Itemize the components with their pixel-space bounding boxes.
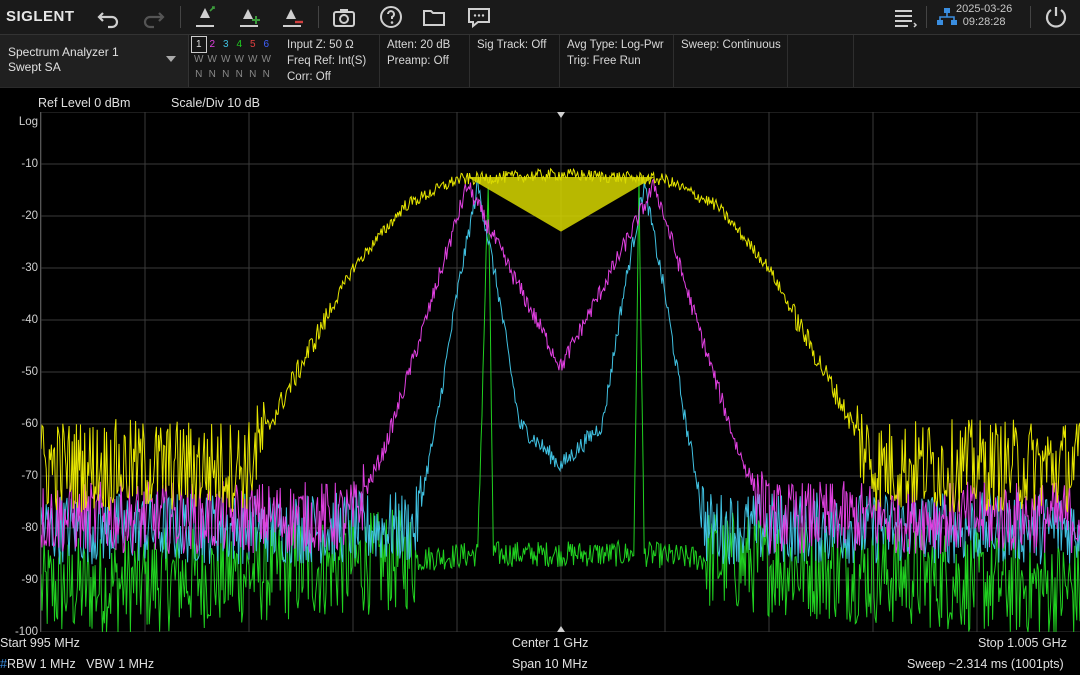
ref-level[interactable]: Ref Level 0 dBm	[38, 96, 130, 110]
trace-type-4: W	[234, 54, 244, 65]
peak-marker-icon[interactable]	[192, 4, 218, 30]
trace-type-2: W	[207, 54, 217, 65]
rbw-coupled-icon: #	[0, 657, 7, 671]
top-toolbar: SIGLENT 2025-03-26 09:28:28	[0, 0, 1080, 35]
sweep-time[interactable]: Sweep ~2.314 ms (1001pts)	[907, 657, 1064, 671]
atten: Atten: 20 dB	[387, 39, 451, 51]
trace-fill-notch	[467, 177, 655, 232]
trace-number-3: 3	[222, 39, 229, 50]
trace-detector-2: N	[208, 69, 216, 80]
avg-type: Avg Type: Log-Pwr	[567, 39, 664, 51]
y-tick-label: -40	[21, 314, 38, 326]
marker-delete-icon[interactable]	[279, 4, 305, 30]
mode-selector[interactable]: Spectrum Analyzer 1 Swept SA	[0, 35, 189, 87]
stop-freq[interactable]: Stop 1.005 GHz	[978, 636, 1067, 650]
trace-status-panel[interactable]: 123456 WWWWWW NNNNNN	[191, 36, 276, 85]
spectrum-plot[interactable]	[40, 111, 1080, 633]
trace-number-6: 6	[263, 39, 270, 50]
spectrum-traces	[40, 111, 1080, 633]
center-freq[interactable]: Center 1 GHz	[512, 636, 588, 650]
folder-icon[interactable]	[421, 4, 447, 30]
trace-number-2: 2	[209, 39, 216, 50]
rbw: RBW 1 MHz	[6, 657, 76, 671]
y-tick-label: -60	[21, 418, 38, 430]
mode-sub: Swept SA	[8, 60, 61, 74]
input-settings[interactable]: Input Z: 50 Ω Freq Ref: Int(S) Corr: Off	[280, 35, 380, 87]
scale-div[interactable]: Scale/Div 10 dB	[171, 96, 260, 110]
y-tick-label: -80	[21, 522, 38, 534]
trace-detector-4: N	[235, 69, 243, 80]
y-tick-label: -70	[21, 470, 38, 482]
y-tick-label: -50	[21, 366, 38, 378]
y-scale-label: Log	[18, 116, 38, 128]
trace-type-1: W	[194, 54, 204, 65]
sweep-mode: Sweep: Continuous	[681, 39, 781, 51]
start-freq[interactable]: Start 995 MHz	[0, 636, 80, 650]
sig-track-settings[interactable]: Sig Track: Off	[470, 35, 560, 87]
brand-logo: SIGLENT	[6, 8, 75, 25]
chevron-down-icon[interactable]	[166, 56, 176, 62]
menu-list-icon[interactable]	[892, 4, 918, 30]
corr: Corr: Off	[287, 71, 331, 83]
datetime: 2025-03-26 09:28:28	[956, 3, 1012, 29]
screenshot-icon[interactable]	[331, 4, 357, 30]
mode-name: Spectrum Analyzer 1	[8, 45, 119, 59]
y-tick-label: -10	[21, 158, 38, 170]
y-tick-label: -30	[21, 262, 38, 274]
vbw: VBW 1 MHz	[86, 657, 155, 671]
preamp: Preamp: Off	[387, 55, 449, 67]
empty-cell	[788, 35, 854, 87]
input-z: Input Z: 50 Ω	[287, 39, 354, 51]
y-tick-label: -90	[21, 574, 38, 586]
sig-track: Sig Track: Off	[477, 39, 547, 51]
sweep-settings[interactable]: Sweep: Continuous	[674, 35, 788, 87]
trace-detector-3: N	[222, 69, 230, 80]
trace-number-5: 5	[249, 39, 256, 50]
time-text: 09:28:28	[962, 16, 1006, 28]
trace-type-3: W	[221, 54, 231, 65]
avg-trig-settings[interactable]: Avg Type: Log-Pwr Trig: Free Run	[560, 35, 674, 87]
rbw-vbw[interactable]: #RBW 1 MHz VBW 1 MHz	[0, 657, 154, 671]
help-icon[interactable]	[378, 4, 404, 30]
trace-number-4: 4	[236, 39, 243, 50]
trace-detector-5: N	[249, 69, 257, 80]
trace-type-6: W	[261, 54, 271, 65]
span[interactable]: Span 10 MHz	[512, 657, 588, 671]
date-text: 2025-03-26	[956, 3, 1013, 15]
marker-add-icon[interactable]	[236, 4, 262, 30]
status-info-bar: Spectrum Analyzer 1 Swept SA 123456 WWWW…	[0, 35, 1080, 88]
undo-icon[interactable]	[96, 4, 122, 30]
center-marker	[557, 112, 565, 118]
freq-ref: Freq Ref: Int(S)	[287, 55, 367, 67]
y-tick-label: -20	[21, 210, 38, 222]
redo-icon[interactable]	[140, 4, 166, 30]
trig: Trig: Free Run	[567, 55, 641, 67]
message-icon[interactable]	[466, 4, 492, 30]
trace-detector-1: N	[195, 69, 203, 80]
atten-settings[interactable]: Atten: 20 dB Preamp: Off	[380, 35, 470, 87]
trace-type-5: W	[248, 54, 258, 65]
center-marker	[557, 626, 565, 632]
power-icon[interactable]	[1043, 4, 1069, 30]
trace-number-1: 1	[191, 36, 207, 53]
trace-detector-6: N	[262, 69, 270, 80]
